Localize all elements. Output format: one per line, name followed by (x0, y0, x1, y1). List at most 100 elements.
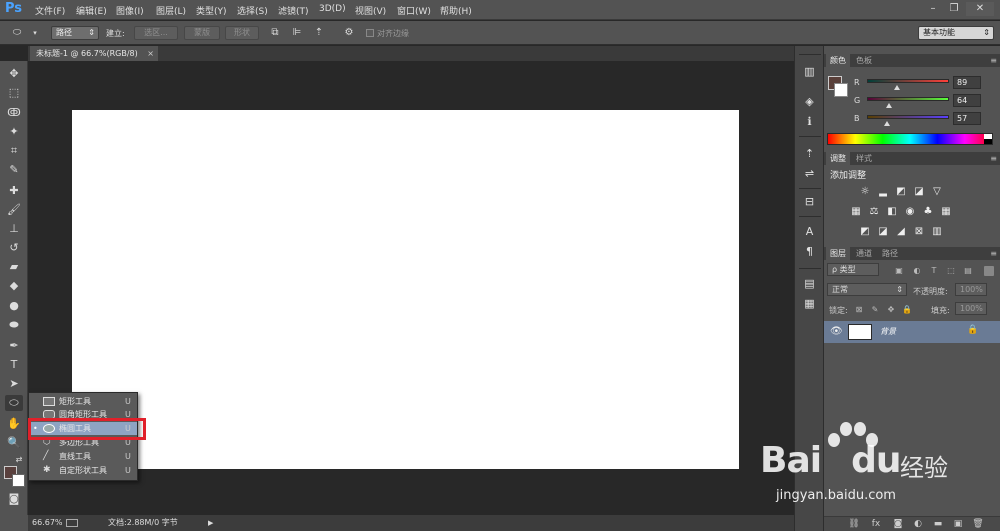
layer-row[interactable]: 👁 背景 🔒 (824, 321, 1000, 343)
filter-type-icon[interactable]: T (929, 266, 939, 276)
path-operations-icon[interactable]: ⧉ (268, 26, 282, 40)
filter-smart-object-icon[interactable]: ▤ (963, 266, 973, 276)
properties-icon[interactable]: ◈ (802, 94, 817, 109)
filter-toggle-icon[interactable] (984, 266, 994, 276)
lock-position-icon[interactable]: ✥ (886, 305, 896, 315)
menu-3d[interactable]: 3D(D) (319, 4, 346, 14)
gradient-map-icon[interactable]: ▥ (931, 226, 943, 237)
zoom-level[interactable]: 66.67% (32, 515, 63, 531)
tab-layers[interactable]: 图层 (826, 247, 850, 260)
curves-icon[interactable]: ◩ (895, 186, 907, 197)
document-canvas[interactable] (72, 110, 739, 469)
opacity-input[interactable]: 100% (955, 283, 987, 296)
share-icon[interactable] (66, 519, 78, 527)
menu-help[interactable]: 帮助(H) (440, 4, 472, 17)
make-shape-button[interactable]: 形状 (225, 26, 259, 40)
filter-adjustment-icon[interactable]: ◐ (912, 266, 922, 276)
adjustment-layer-icon[interactable]: ◐ (912, 519, 924, 530)
invert-icon[interactable]: ◩ (859, 226, 871, 237)
link-layers-icon[interactable]: ⛓ (848, 519, 860, 530)
lasso-tool-icon[interactable]: ↂ (5, 105, 23, 121)
threshold-icon[interactable]: ◢ (895, 226, 907, 237)
visibility-eye-icon[interactable]: 👁 (830, 326, 843, 337)
path-selection-tool-icon[interactable]: ➤ (5, 376, 23, 392)
brush-settings-icon[interactable]: ⇌ (802, 166, 817, 181)
tab-channels[interactable]: 通道 (852, 247, 876, 260)
path-alignment-icon[interactable]: ⊫ (290, 26, 304, 40)
path-arrangement-icon[interactable]: ⇡ (312, 26, 326, 40)
close-icon[interactable]: × (147, 46, 154, 61)
selective-color-icon[interactable]: ⊠ (913, 226, 925, 237)
mode-select[interactable]: 路径 ⇕ (51, 26, 99, 40)
ellipse-tool-preset-icon[interactable]: ⬭ (10, 26, 24, 40)
panel-menu-icon[interactable]: ≡ (990, 54, 997, 67)
restore-icon[interactable]: ❐ (945, 2, 963, 16)
move-tool-icon[interactable]: ✥ (5, 66, 23, 82)
paragraph-icon[interactable]: ¶ (802, 244, 817, 259)
black-white-swatch[interactable] (984, 134, 992, 144)
marquee-tool-icon[interactable]: ⬚ (5, 85, 23, 101)
history-icon[interactable]: ▥ (802, 64, 817, 79)
menu-type[interactable]: 类型(Y) (196, 4, 227, 17)
eyedropper-tool-icon[interactable]: ✎ (5, 162, 23, 178)
ellipse-tool-icon[interactable]: ⬭ (5, 395, 23, 411)
flyout-item-custom-shape[interactable]: ✱ 自定形状工具 U (29, 464, 137, 477)
menu-filter[interactable]: 滤镜(T) (278, 4, 309, 17)
lock-all-icon[interactable]: 🔒 (902, 305, 912, 315)
new-group-icon[interactable]: ▬ (932, 519, 944, 530)
vibrance-icon[interactable]: ▽ (931, 186, 943, 197)
color-balance-icon[interactable]: ⚖ (868, 206, 880, 217)
channel-mixer-icon[interactable]: ♣ (922, 206, 934, 217)
clone-stamp-tool-icon[interactable]: ⊥ (5, 221, 23, 237)
panel-menu-icon[interactable]: ≡ (990, 152, 997, 165)
crop-tool-icon[interactable]: ⌗ (5, 143, 23, 159)
pen-tool-icon[interactable]: ✒ (5, 338, 23, 354)
hand-tool-icon[interactable]: ✋ (5, 416, 23, 432)
green-slider-thumb[interactable] (886, 103, 892, 108)
brush-tool-icon[interactable]: 🖌 (5, 202, 23, 218)
tab-paths[interactable]: 路径 (878, 247, 902, 260)
zoom-tool-icon[interactable]: 🔍 (5, 435, 23, 451)
hue-saturation-icon[interactable]: ▦ (850, 206, 862, 217)
red-slider-track[interactable] (867, 79, 949, 83)
black-white-icon[interactable]: ◧ (886, 206, 898, 217)
quick-mask-icon[interactable]: ◙ (5, 491, 23, 507)
align-edges-checkbox[interactable] (366, 29, 374, 37)
gear-icon[interactable]: ⚙ (342, 26, 356, 40)
fill-input[interactable]: 100% (955, 302, 987, 315)
history-brush-tool-icon[interactable]: ↺ (5, 240, 23, 256)
new-layer-icon[interactable]: ▣ (952, 519, 964, 530)
levels-icon[interactable]: ▂ (877, 186, 889, 197)
tab-color[interactable]: 颜色 (826, 54, 850, 67)
info-icon[interactable]: ℹ (802, 114, 817, 129)
healing-brush-tool-icon[interactable]: ✚ (5, 183, 23, 199)
trash-icon[interactable]: 🗑 (972, 519, 984, 530)
actions-icon[interactable]: ▦ (802, 296, 817, 311)
background-color-swatch[interactable] (12, 474, 25, 487)
tab-styles[interactable]: 样式 (852, 152, 876, 165)
chevron-down-icon[interactable]: ▾ (28, 26, 42, 40)
flyout-item-rectangle[interactable]: 矩形工具 U (29, 395, 137, 408)
minimize-icon[interactable]: – (924, 2, 942, 16)
posterize-icon[interactable]: ◪ (877, 226, 889, 237)
photo-filter-icon[interactable]: ◉ (904, 206, 916, 217)
menu-view[interactable]: 视图(V) (355, 4, 386, 17)
menu-window[interactable]: 窗口(W) (397, 4, 431, 17)
layer-filter-select[interactable]: ρ 类型 (827, 263, 879, 276)
tab-adjustments[interactable]: 调整 (826, 152, 850, 165)
lock-transparent-icon[interactable]: ⊠ (854, 305, 864, 315)
green-slider-track[interactable] (867, 97, 949, 101)
layer-style-icon[interactable]: fx (870, 519, 882, 530)
filter-pixel-icon[interactable]: ▣ (894, 266, 904, 276)
menu-image[interactable]: 图像(I) (116, 4, 144, 17)
type-tool-icon[interactable]: T (5, 357, 23, 373)
tool-presets-icon[interactable]: ▤ (802, 276, 817, 291)
eraser-tool-icon[interactable]: ▰ (5, 259, 23, 275)
play-arrow-icon[interactable]: ▶ (208, 515, 213, 531)
flyout-item-line[interactable]: ╱ 直线工具 U (29, 450, 137, 463)
red-value-input[interactable]: 89 (953, 76, 981, 89)
make-selection-button[interactable]: 选区... (134, 26, 178, 40)
dodge-tool-icon[interactable]: ⬬ (5, 317, 23, 333)
menu-edit[interactable]: 编辑(E) (76, 4, 107, 17)
tab-swatches[interactable]: 色板 (852, 54, 876, 67)
